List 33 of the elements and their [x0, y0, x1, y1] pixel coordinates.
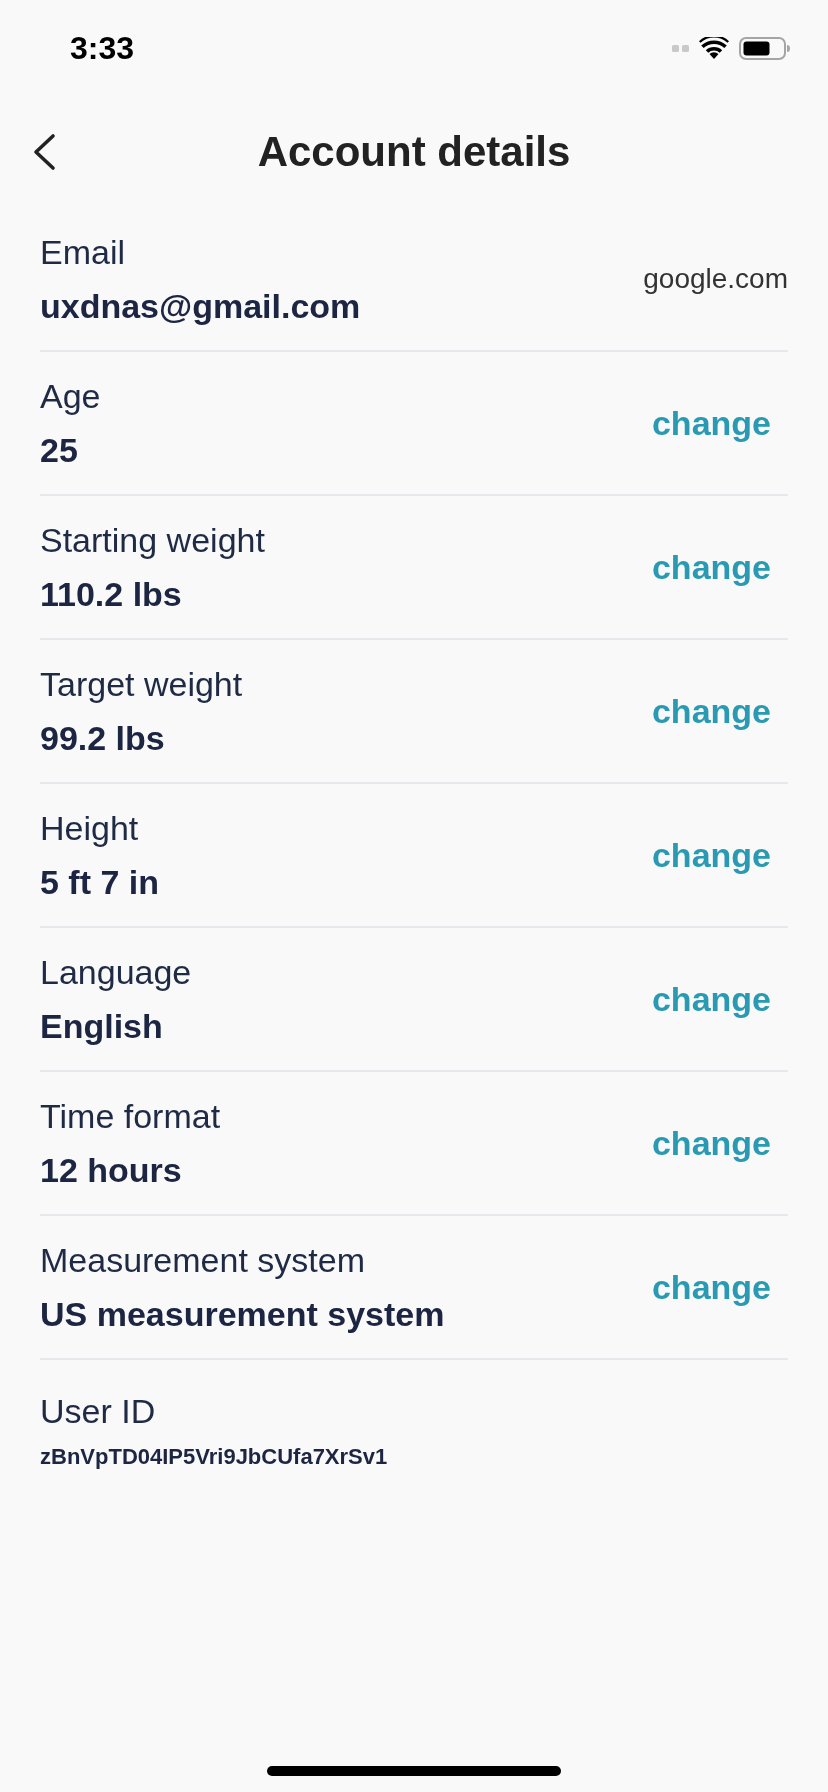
field-value: English: [40, 1006, 164, 1047]
change-link[interactable]: change: [651, 550, 771, 584]
battery-icon: [739, 36, 790, 60]
field-label: User ID: [40, 1391, 157, 1432]
field-value: 5 ft 7 in: [40, 862, 160, 903]
field-value: 25: [40, 430, 79, 471]
field-value: zBnVpTD04IP5Vri9JbCUfa7XrSv1: [40, 1443, 388, 1471]
field-value: uxdnas@gmail.com: [40, 286, 361, 327]
field-value: 12 hours: [40, 1150, 183, 1191]
field-label: Language: [40, 952, 192, 993]
status-time: 3:33: [70, 32, 135, 64]
field-value: 110.2 lbs: [40, 574, 183, 615]
provider-label: google.com: [643, 262, 788, 296]
field-label: Starting weight: [40, 520, 265, 561]
change-link[interactable]: change: [651, 406, 771, 440]
change-link[interactable]: change: [651, 1270, 771, 1304]
field-label: Email: [40, 232, 127, 273]
change-link[interactable]: change: [651, 982, 771, 1016]
field-label: Time format: [40, 1096, 221, 1137]
field-value: US measurement system: [40, 1294, 445, 1335]
back-icon: [32, 132, 56, 171]
field-label: Height: [40, 808, 140, 849]
signal-icon: [672, 44, 689, 52]
field-label: Measurement system: [40, 1240, 366, 1281]
field-label: Age: [40, 376, 101, 417]
change-link[interactable]: change: [651, 694, 771, 728]
back-button[interactable]: [32, 132, 56, 171]
change-link[interactable]: change: [651, 838, 771, 872]
field-value: 99.2 lbs: [40, 718, 166, 759]
change-link[interactable]: change: [651, 1126, 771, 1160]
wifi-icon: [699, 37, 729, 59]
page-title: Account details: [257, 130, 571, 173]
field-label: Target weight: [40, 664, 243, 705]
